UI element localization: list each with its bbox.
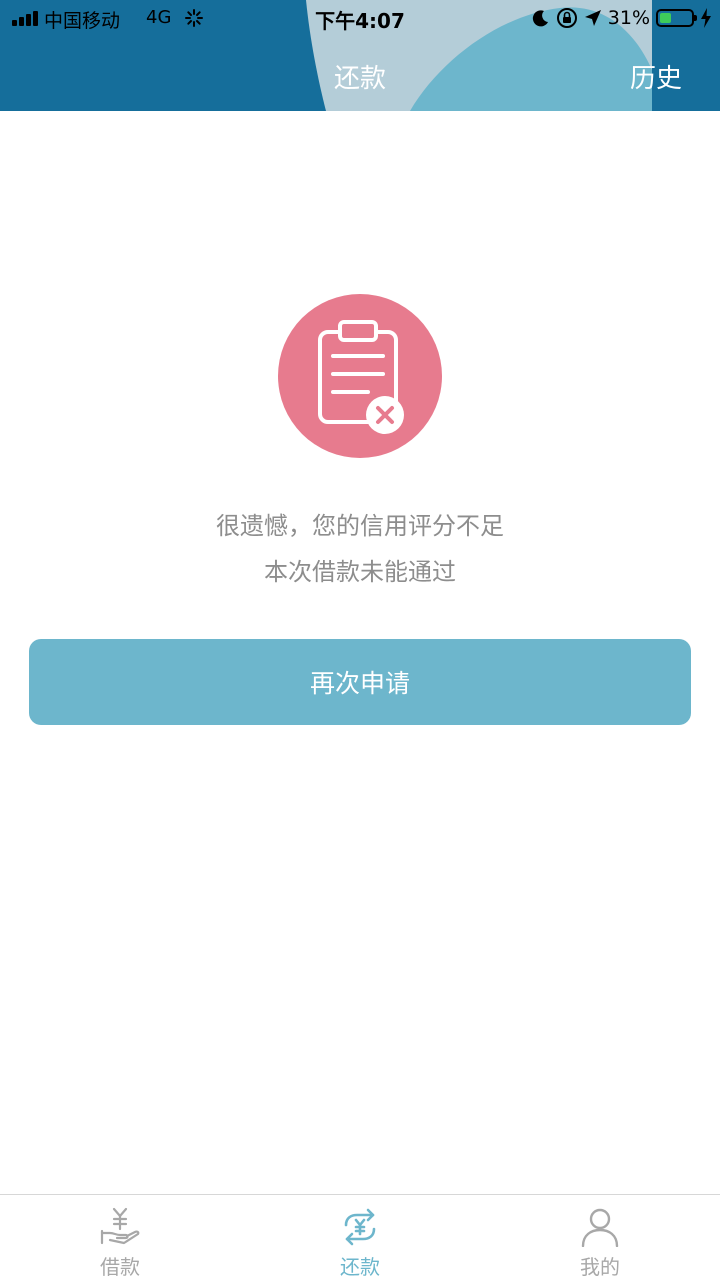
history-button[interactable]: 历史 (630, 58, 682, 95)
battery-icon (656, 9, 697, 27)
rotation-lock-icon (556, 8, 577, 28)
location-icon (584, 10, 601, 26)
repayment-screen: 中国移动 4G 下午4:07 31% 还款 历史 很遗憾，您的信用评分不足 本次… (0, 0, 720, 1280)
tab-borrow[interactable]: 借款 (0, 1195, 240, 1280)
page-title: 还款 (333, 64, 386, 94)
reapply-button[interactable]: 再次申请 (29, 639, 691, 725)
tab-mine[interactable]: 我的 (480, 1195, 720, 1280)
moon-icon (532, 10, 548, 27)
tab-mine-label: 我的 (580, 1255, 620, 1279)
clipboard-rejected-icon (278, 294, 442, 458)
hand-yen-icon (100, 1207, 140, 1245)
header: 中国移动 4G 下午4:07 31% 还款 历史 (0, 0, 720, 111)
status-right-group: 31% (532, 5, 712, 31)
tab-repay[interactable]: 还款 (240, 1195, 480, 1280)
rejection-message-line2: 本次借款未能通过 (264, 558, 456, 586)
tab-borrow-label: 借款 (100, 1255, 140, 1279)
repay-exchange-icon (344, 1208, 376, 1246)
battery-percent: 31% (607, 7, 650, 29)
tab-repay-label: 还款 (340, 1255, 380, 1279)
rejection-message-line1: 很遗憾，您的信用评分不足 (216, 512, 504, 540)
status-bar: 中国移动 4G 下午4:07 31% (0, 0, 720, 38)
user-icon (581, 1208, 619, 1247)
tab-bar: 借款 还款 我的 (0, 1194, 720, 1280)
charging-icon (701, 8, 711, 28)
